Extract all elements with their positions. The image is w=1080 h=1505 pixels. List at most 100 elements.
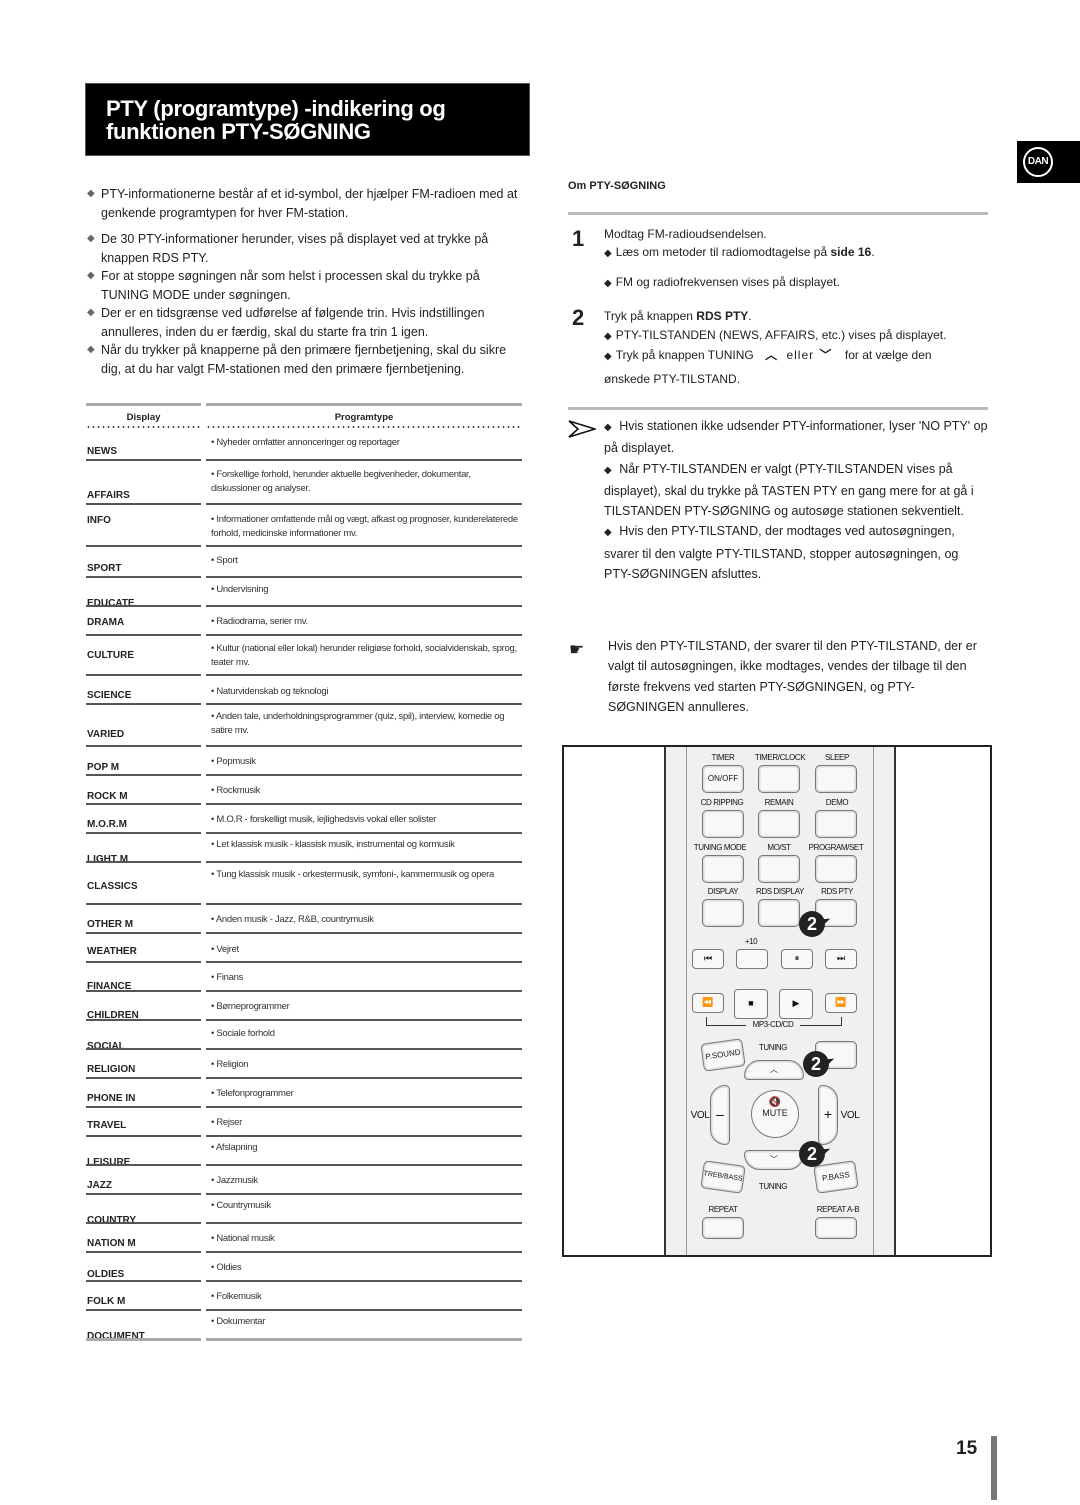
label-cd-ripping: CD RIPPING (700, 798, 744, 807)
pty-code: M.O.R.M (87, 819, 127, 830)
section-heading: Om PTY-SØGNING (568, 180, 666, 192)
skip-forward-icon: ⏭ (836, 953, 846, 963)
intro-bullet: PTY-informationerne består af et id-symb… (87, 185, 527, 222)
pty-code: JAZZ (87, 1180, 112, 1191)
chevron-down-icon: ﹀ (819, 348, 832, 362)
pty-description: • Tung klassisk musik - orkestermusik, s… (211, 869, 495, 880)
pause-icon: ⏸ (794, 953, 800, 963)
pty-code: OTHER M (87, 919, 134, 930)
psound-button[interactable]: P.SOUND (700, 1038, 746, 1072)
remote-illustration: TIMER TIMER/CLOCK SLEEP ON/OFF CD RIPPIN… (562, 745, 992, 1257)
mute-button[interactable]: 🔇 MUTE (751, 1090, 799, 1138)
pty-description: • Sociale forhold (211, 1028, 275, 1039)
pause-button[interactable]: ⏸ (781, 949, 813, 969)
step-text-cont: ønskede PTY-TILSTAND. (604, 372, 741, 386)
repeat-ab-button[interactable] (815, 1217, 857, 1239)
pty-code: RELIGION (87, 1064, 136, 1075)
label-rds-pty: RDS PTY (821, 887, 853, 896)
tip-block: Hvis den PTY-TILSTAND, der svarer til de… (568, 636, 988, 717)
timer-clock-button[interactable] (758, 765, 800, 793)
table-row: NATION M • National musik (86, 1224, 522, 1253)
minus-icon: – (716, 1106, 724, 1122)
pty-description: • Telefonprogrammer (211, 1088, 294, 1099)
rewind-icon: ⏪ (702, 997, 714, 1007)
table-row: POP M • Popmusik (86, 747, 522, 776)
pty-code: DRAMA (87, 617, 125, 628)
pty-code: CLASSICS (87, 881, 138, 892)
fast-forward-button[interactable]: ⏩ (825, 993, 857, 1013)
table-row: WEATHER • Vejret (86, 934, 522, 963)
column-header-display: Display (126, 412, 161, 423)
vol-up-button[interactable]: + (818, 1085, 838, 1145)
pty-description: • Sport (211, 555, 238, 566)
pty-description: • Let klassisk musik - klassisk musik, i… (211, 839, 455, 850)
label-timer: TIMER (711, 753, 735, 762)
pty-description: • Informationer omfattende mål og vægt, … (211, 514, 518, 539)
step-badge: 2 (803, 1051, 829, 1077)
treb-bass-button[interactable]: TREB/BASS (700, 1160, 746, 1194)
label-rds-display: RDS DISPLAY (756, 887, 804, 896)
step-number: 2 (572, 305, 585, 330)
table-row: OLDIES • Oldies (86, 1253, 522, 1282)
table-row: INFO • Informationer omfattende mål og væ… (86, 505, 522, 547)
language-tab: DAN (1017, 141, 1080, 183)
pty-description: • Jazzmusik (211, 1175, 259, 1186)
rds-display-button[interactable] (758, 899, 800, 927)
step-bullet: ◆ FM og radiofrekvensen vises på displaye… (604, 275, 840, 289)
display-button[interactable] (702, 899, 744, 927)
pty-code: VARIED (87, 729, 125, 740)
rewind-button[interactable]: ⏪ (692, 993, 724, 1013)
table-row: PHONE IN • Telefonprogrammer (86, 1079, 522, 1108)
pty-code: SCIENCE (87, 690, 132, 701)
sleep-button[interactable] (815, 765, 857, 793)
note-bullet: ◆ Hvis stationen ikke udsender PTY-infor… (604, 419, 988, 456)
pty-description: • Countrymusik (211, 1200, 271, 1211)
step-badge: 2 (799, 1141, 825, 1167)
pbass-button[interactable]: P.BASS (813, 1160, 859, 1194)
pty-code: ROCK M (87, 791, 128, 802)
label-sleep: SLEEP (825, 753, 849, 762)
intro-bullet: Når du trykker på knapperne på den primæ… (87, 341, 527, 378)
vol-down-button[interactable]: – (710, 1085, 730, 1145)
repeat-button[interactable] (702, 1217, 744, 1239)
note-block: ◆ Hvis stationen ikke udsender PTY-infor… (568, 416, 988, 584)
pty-description: • Popmusik (211, 756, 256, 767)
demo-button[interactable] (815, 810, 857, 838)
page-title: PTY (programtype) -indikering og funktio… (106, 97, 446, 143)
table-row: CLASSICS • Tung klassisk musik - orkester… (86, 863, 522, 905)
mo-st-button[interactable] (758, 855, 800, 883)
tuning-mode-button[interactable] (702, 855, 744, 883)
pty-code: CULTURE (87, 650, 135, 661)
play-button[interactable]: ▶ (779, 989, 813, 1019)
pty-description: • Folkemusik (211, 1291, 262, 1302)
cd-ripping-button[interactable] (702, 810, 744, 838)
pty-description: • Børneprogrammer (211, 1001, 290, 1012)
tuning-up-button[interactable]: ︿ (744, 1060, 804, 1080)
title-line-1: PTY (programtype) -indikering og (106, 96, 446, 121)
note-bullet: ◆ Når PTY-TILSTANDEN er valgt (PTY-TILST… (604, 461, 974, 519)
remote-control: TIMER TIMER/CLOCK SLEEP ON/OFF CD RIPPIN… (664, 747, 896, 1255)
step-text: Modtag FM-radioudsendelsen. (604, 227, 767, 241)
table-row: SPORT • Sport (86, 547, 522, 578)
pty-description: • Nyheder omfatter annonceringer og repo… (211, 437, 400, 448)
label-mp3-cd: MP3-CD/CD (746, 1020, 800, 1029)
on-off-button[interactable]: ON/OFF (702, 765, 744, 793)
table-row: SOCIAL • Sociale forhold (86, 1021, 522, 1052)
pty-code: INFO (87, 515, 111, 526)
tuning-down-button[interactable]: ﹀ (744, 1150, 804, 1170)
table-row: ROCK M • Rockmusik (86, 776, 522, 805)
plus10-button[interactable] (736, 949, 768, 969)
program-set-button[interactable] (815, 855, 857, 883)
intro-bullets: PTY-informationerne består af et id-symb… (87, 185, 527, 378)
pty-description: • Finans (211, 972, 244, 983)
prev-track-button[interactable]: ⏮ (692, 949, 724, 969)
remain-button[interactable] (758, 810, 800, 838)
stop-button[interactable]: ■ (734, 989, 768, 1019)
pty-description: • National musik (211, 1233, 275, 1244)
table-row: DOCUMENT • Dokumentar (86, 1311, 522, 1342)
pty-description: • Radiodrama, serier mv. (211, 616, 308, 627)
label-vol-left: VOL (690, 1110, 710, 1121)
label-tuning-down: TUNING (758, 1182, 788, 1191)
next-track-button[interactable]: ⏭ (825, 949, 857, 969)
tip-text: Hvis den PTY-TILSTAND, der svarer til de… (608, 639, 977, 714)
